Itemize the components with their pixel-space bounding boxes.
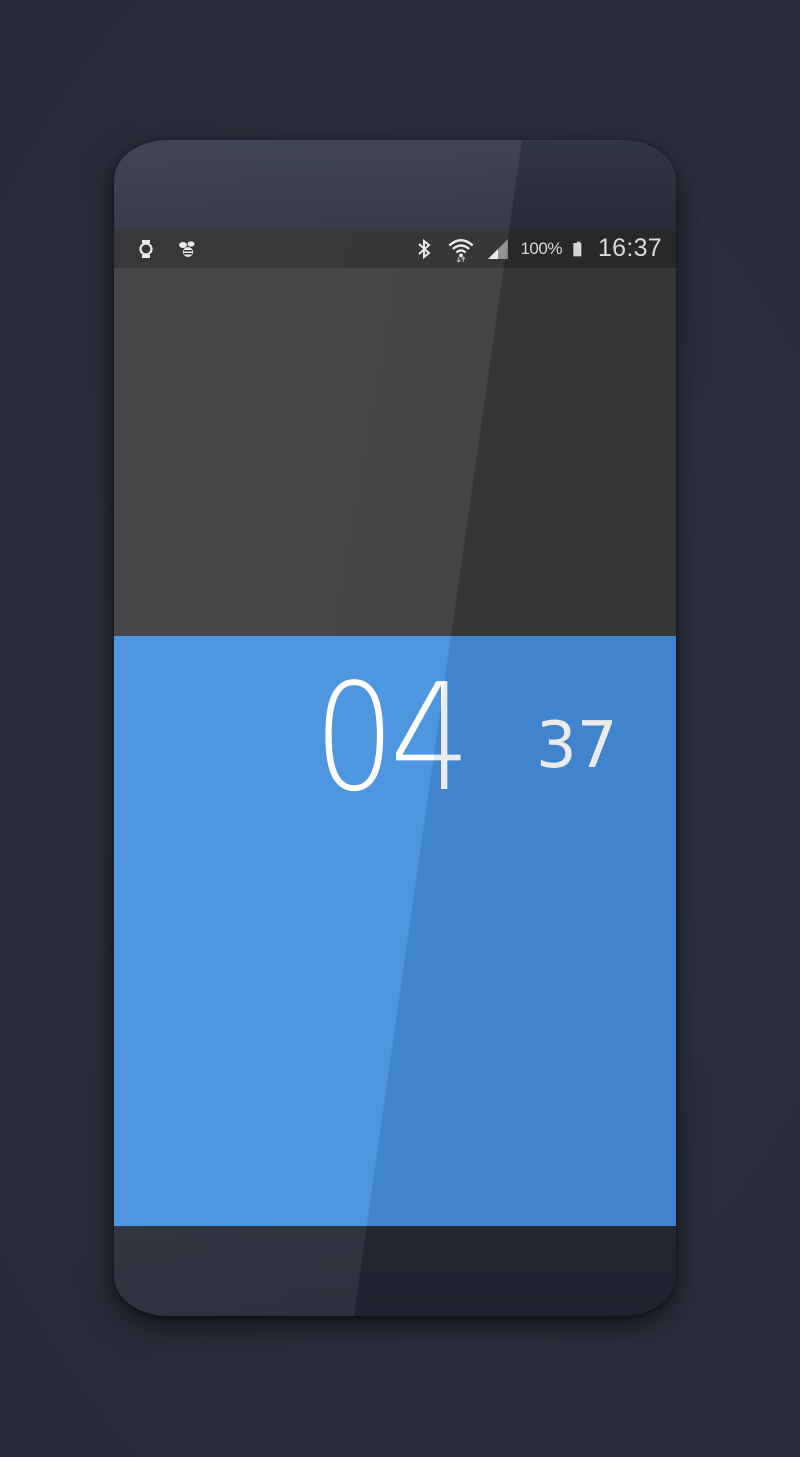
phone-frame: 100% 16:37 04 37	[114, 140, 676, 1316]
status-bar-left-icons	[134, 237, 200, 261]
wifi-icon	[449, 238, 474, 263]
bee-icon	[179, 241, 195, 257]
top-panel	[114, 268, 676, 636]
status-bar: 100% 16:37	[114, 230, 676, 268]
status-bar-right-icons: 100% 16:37	[412, 234, 662, 263]
clock-panel: 04 37	[114, 636, 676, 1226]
phone-screen: 100% 16:37 04 37	[114, 230, 676, 1226]
watch-icon	[139, 240, 153, 258]
status-bar-time: 16:37	[597, 234, 662, 262]
signal-icon	[488, 238, 509, 259]
clock-hours: 04	[314, 652, 471, 824]
phone-bottom-bezel	[114, 1226, 676, 1316]
bluetooth-icon	[418, 238, 431, 259]
phone-top-bezel	[114, 140, 676, 230]
clock-minutes: 37	[536, 709, 618, 783]
battery-percent: 100%	[520, 238, 562, 258]
battery-icon	[573, 241, 582, 256]
